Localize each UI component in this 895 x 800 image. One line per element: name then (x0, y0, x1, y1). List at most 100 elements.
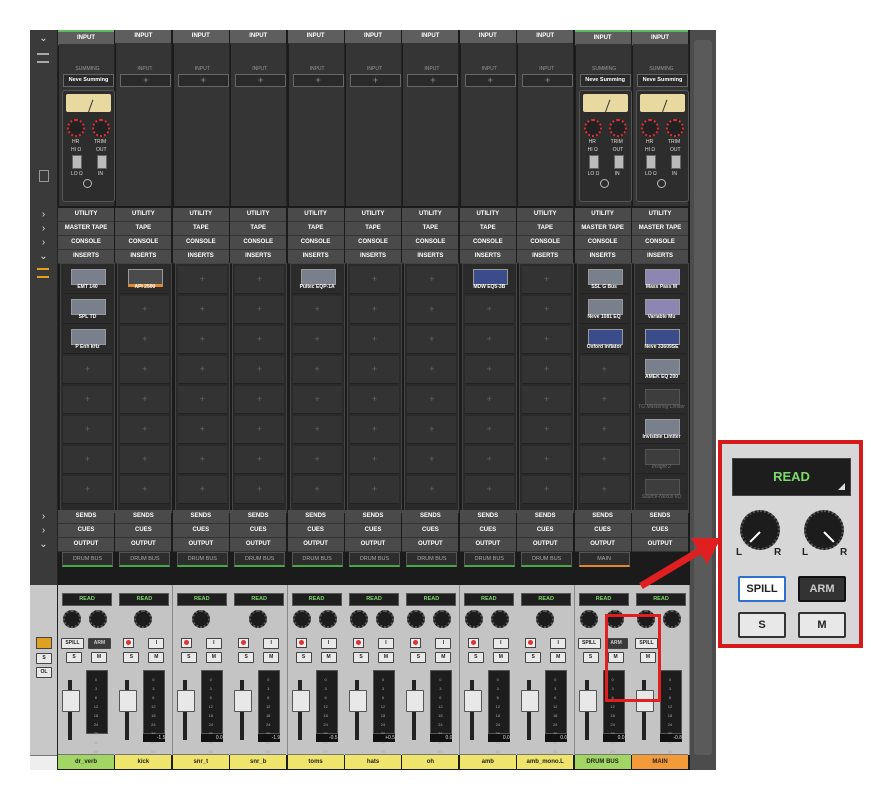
sends-section-header[interactable]: SENDS (632, 510, 688, 524)
sends-section-header[interactable]: SENDS (287, 510, 344, 524)
tape-section-header[interactable]: TAPE (517, 222, 574, 236)
console-section-header[interactable]: CONSOLE (230, 236, 287, 250)
layout-icon[interactable] (39, 170, 49, 182)
input-section-header[interactable]: INPUT (402, 30, 459, 44)
record-arm-button[interactable] (295, 638, 307, 648)
empty-insert-slot[interactable]: + (350, 386, 399, 414)
output-routing-button[interactable]: DRUM BUS (119, 552, 171, 567)
solo-button[interactable]: S (525, 652, 542, 663)
empty-insert-slot[interactable]: + (464, 416, 514, 444)
mute-button[interactable]: M (91, 652, 107, 663)
empty-insert-slot[interactable]: + (464, 446, 514, 474)
output-routing-button[interactable]: DRUM BUS (176, 552, 228, 567)
empty-insert-slot[interactable]: + (120, 296, 170, 324)
empty-insert-slot[interactable]: + (120, 446, 170, 474)
solo-button[interactable]: S (353, 652, 369, 663)
empty-input-slot[interactable]: + (350, 74, 401, 87)
output-section-header[interactable]: OUTPUT (402, 538, 459, 552)
empty-insert-slot[interactable]: + (120, 476, 170, 504)
empty-insert-slot[interactable]: + (235, 356, 285, 384)
tape-section-header[interactable]: MASTER TAPE (574, 222, 631, 236)
automation-mode-button[interactable]: READ (62, 593, 112, 606)
utility-section-header[interactable]: UTILITY (574, 208, 631, 222)
hr-knob[interactable] (67, 119, 85, 137)
power-icon[interactable] (599, 179, 609, 188)
empty-insert-slot[interactable]: + (235, 446, 285, 474)
input-section-header[interactable]: INPUT (172, 30, 229, 44)
inserts-section-header[interactable]: INSERTS (574, 250, 631, 264)
cues-section-header[interactable]: CUES (517, 524, 574, 538)
volume-fader[interactable] (521, 690, 540, 712)
insert-plugin[interactable]: MDW EQ5-3B (464, 266, 514, 294)
empty-insert-slot[interactable]: + (235, 266, 285, 294)
chevron-right-icon[interactable]: › (30, 524, 57, 538)
cues-section-header[interactable]: CUES (402, 524, 459, 538)
out-switch[interactable] (613, 155, 624, 169)
utility-section-header[interactable]: UTILITY (402, 208, 459, 222)
empty-insert-slot[interactable]: + (522, 266, 572, 294)
hr-knob[interactable] (641, 119, 659, 137)
empty-insert-slot[interactable]: + (63, 416, 112, 444)
automation-mode-button[interactable]: READ (521, 593, 572, 606)
output-section-header[interactable]: OUTPUT (574, 538, 631, 552)
inserts-section-header[interactable]: INSERTS (459, 250, 516, 264)
empty-insert-slot[interactable]: + (292, 416, 342, 444)
inserts-section-header[interactable]: INSERTS (287, 250, 344, 264)
console-section-header[interactable]: CONSOLE (402, 236, 459, 250)
tape-section-header[interactable]: TAPE (230, 222, 287, 236)
sends-section-header[interactable]: SENDS (574, 510, 631, 524)
inserts-section-header[interactable]: INSERTS (517, 250, 574, 264)
empty-insert-slot[interactable]: + (350, 356, 399, 384)
trim-knob[interactable] (608, 119, 627, 137)
empty-insert-slot[interactable]: + (177, 266, 227, 294)
sends-section-header[interactable]: SENDS (58, 510, 114, 524)
empty-insert-slot[interactable]: + (579, 356, 629, 384)
channel-name-label[interactable]: snr_b (230, 754, 287, 769)
empty-insert-slot[interactable]: + (177, 476, 227, 504)
insert-plugin[interactable]: AMEK EQ 200 (637, 356, 686, 384)
menu-icon[interactable] (37, 53, 49, 63)
channel-name-label[interactable]: DRUM BUS (574, 754, 631, 769)
summing-selector[interactable]: Neve Summing (579, 74, 631, 87)
solo-button[interactable]: S (582, 652, 599, 663)
pan-knob[interactable] (191, 610, 210, 628)
tape-section-header[interactable]: TAPE (172, 222, 229, 236)
chevron-right-icon[interactable]: › (30, 510, 57, 524)
summing-selector[interactable]: Neve Summing (63, 74, 114, 87)
channel-name-label[interactable]: kick (115, 754, 172, 769)
neve-summing-plugin[interactable]: HR TRIM HI Ω OUT LO Ω IN (578, 90, 632, 202)
sends-section-header[interactable]: SENDS (402, 510, 459, 524)
pan-right-knob[interactable] (376, 610, 394, 628)
solo-button[interactable]: S (467, 652, 484, 663)
sends-section-header[interactable]: SENDS (345, 510, 401, 524)
pan-right-knob[interactable] (89, 610, 107, 628)
automation-mode-button[interactable]: READ (406, 593, 457, 606)
output-routing-button[interactable]: MAIN (578, 552, 630, 567)
empty-insert-slot[interactable]: + (292, 446, 342, 474)
volume-fader[interactable] (234, 690, 253, 712)
automation-mode-button[interactable]: READ (291, 593, 342, 606)
empty-insert-slot[interactable]: + (464, 296, 514, 324)
empty-insert-slot[interactable]: + (177, 446, 227, 474)
record-arm-button[interactable] (525, 638, 537, 648)
sends-section-header[interactable]: SENDS (517, 510, 574, 524)
empty-insert-slot[interactable]: + (120, 386, 170, 414)
insert-plugin[interactable]: P Enh kHz (63, 326, 112, 354)
input-monitor-button[interactable]: I (263, 638, 280, 649)
empty-insert-slot[interactable]: + (350, 416, 399, 444)
empty-insert-slot[interactable]: + (292, 386, 342, 414)
utility-section-header[interactable]: UTILITY (345, 208, 401, 222)
output-section-header[interactable]: OUTPUT (459, 538, 516, 552)
mute-button[interactable]: M (205, 652, 222, 663)
input-monitor-button[interactable]: I (320, 638, 337, 649)
console-section-header[interactable]: CONSOLE (345, 236, 401, 250)
channel-name-label[interactable]: snr_t (172, 754, 229, 769)
empty-insert-slot[interactable]: + (63, 356, 112, 384)
vertical-scrollbar[interactable] (690, 30, 716, 770)
output-section-header[interactable]: OUTPUT (287, 538, 344, 552)
arm-button[interactable]: ARM (798, 576, 846, 602)
input-section-header[interactable]: INPUT (230, 30, 287, 44)
empty-insert-slot[interactable]: + (464, 386, 514, 414)
output-routing-button[interactable]: DRUM BUS (62, 552, 113, 567)
empty-insert-slot[interactable]: + (292, 476, 342, 504)
